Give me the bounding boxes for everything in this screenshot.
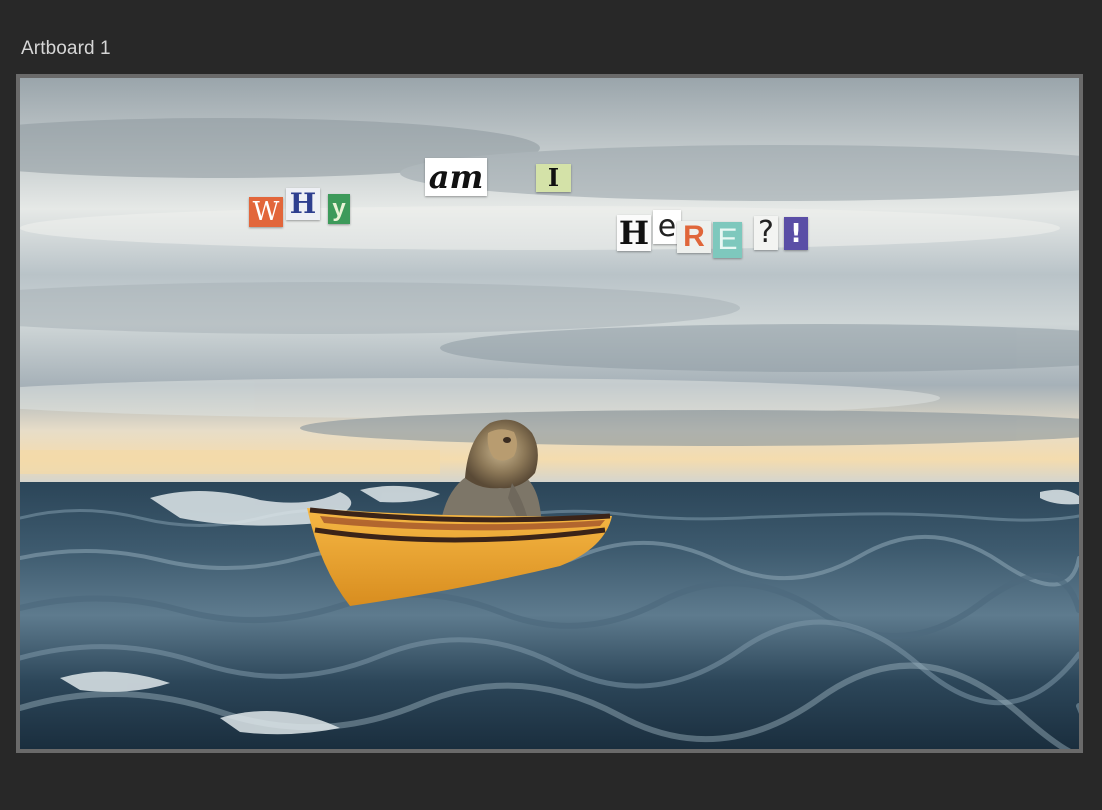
ransom-letter-question[interactable]: ?	[754, 216, 778, 250]
artboard-canvas[interactable]: W H y am I H e R E ? !	[20, 78, 1079, 749]
ransom-letter-w[interactable]: W	[249, 197, 283, 227]
ransom-letter-h[interactable]: H	[286, 188, 320, 220]
ransom-letter-e2[interactable]: E	[713, 222, 742, 258]
ransom-letter-am[interactable]: am	[425, 158, 487, 196]
artboard-canvas-frame[interactable]: W H y am I H e R E ? !	[16, 74, 1083, 753]
ransom-letter-r[interactable]: R	[677, 221, 711, 253]
ransom-letter-exclaim[interactable]: !	[784, 217, 808, 250]
horizon-glow	[20, 450, 440, 474]
ransom-letter-y[interactable]: y	[328, 194, 350, 224]
artboard-title[interactable]: Artboard 1	[21, 38, 111, 60]
ransom-letter-h2[interactable]: H	[617, 215, 651, 251]
ransom-letter-i[interactable]: I	[536, 164, 571, 192]
